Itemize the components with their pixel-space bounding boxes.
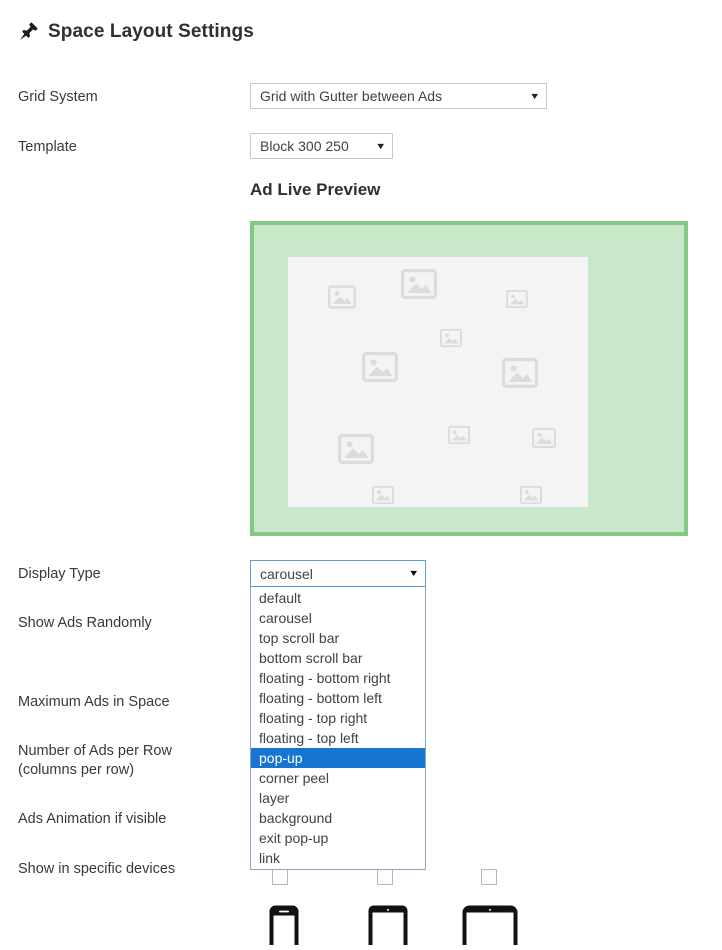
display-type-option[interactable]: layer <box>251 788 425 808</box>
label-show-in-specific-devices: Show in specific devices <box>18 861 176 877</box>
image-placeholder-icon <box>440 328 462 348</box>
chevron-down-icon: ▼ <box>375 140 387 151</box>
template-select[interactable]: Block 300 250 ▼ <box>250 133 393 159</box>
display-type-option[interactable]: floating - top left <box>251 728 425 748</box>
image-placeholder-icon <box>328 285 356 309</box>
ad-live-preview-frame <box>250 221 688 536</box>
device-checkbox-desktop[interactable] <box>481 869 497 885</box>
device-checkbox-mobile[interactable] <box>272 869 288 885</box>
chevron-down-icon: ▼ <box>408 568 420 578</box>
label-display-type: Display Type <box>18 566 101 582</box>
display-type-option[interactable]: exit pop-up <box>251 828 425 848</box>
display-type-option[interactable]: default <box>251 588 425 608</box>
image-placeholder-icon <box>506 290 528 308</box>
display-type-option[interactable]: floating - bottom right <box>251 668 425 688</box>
label-template: Template <box>18 139 77 155</box>
display-type-option[interactable]: bottom scroll bar <box>251 648 425 668</box>
image-placeholder-icon <box>532 428 556 448</box>
grid-system-select-value: Grid with Gutter between Ads <box>260 88 443 104</box>
display-type-option[interactable]: link <box>251 848 425 868</box>
page-title: Space Layout Settings <box>48 20 254 42</box>
template-select-value: Block 300 250 <box>260 138 349 154</box>
display-type-option[interactable]: corner peel <box>251 768 425 788</box>
image-placeholder-icon <box>520 485 542 505</box>
ad-preview-canvas <box>288 257 588 507</box>
display-type-option[interactable]: top scroll bar <box>251 628 425 648</box>
label-ads-animation-if-visible: Ads Animation if visible <box>18 811 167 827</box>
label-show-ads-randomly: Show Ads Randomly <box>18 615 152 631</box>
grid-system-select[interactable]: Grid with Gutter between Ads ▼ <box>250 83 547 109</box>
label-number-of-ads-per-row: Number of Ads per Row (columns per row) <box>18 743 172 778</box>
chevron-down-icon: ▼ <box>529 90 541 101</box>
display-type-option[interactable]: floating - bottom left <box>251 688 425 708</box>
tablet-icon <box>367 905 409 950</box>
display-type-select[interactable]: carousel ▼ <box>250 560 426 587</box>
label-maximum-ads-in-space: Maximum Ads in Space <box>18 694 170 710</box>
display-type-option[interactable]: floating - top right <box>251 708 425 728</box>
display-type-option[interactable]: background <box>251 808 425 828</box>
image-placeholder-icon <box>401 269 437 299</box>
pin-icon <box>18 20 40 42</box>
display-type-select-value: carousel <box>260 565 313 582</box>
display-type-option[interactable]: pop-up <box>251 748 425 768</box>
device-checkbox-tablet[interactable] <box>377 869 393 885</box>
desktop-monitor-icon <box>461 905 519 950</box>
mobile-phone-icon <box>268 905 300 950</box>
image-placeholder-icon <box>338 434 374 464</box>
display-type-option[interactable]: carousel <box>251 608 425 628</box>
image-placeholder-icon <box>448 425 470 445</box>
label-grid-system: Grid System <box>18 89 98 105</box>
ad-live-preview-heading: Ad Live Preview <box>250 180 381 199</box>
image-placeholder-icon <box>362 352 398 382</box>
image-placeholder-icon <box>502 358 538 388</box>
image-placeholder-icon <box>372 485 394 505</box>
display-type-option-list[interactable]: default carousel top scroll bar bottom scro… <box>250 587 426 870</box>
page-header: Space Layout Settings <box>18 20 254 42</box>
